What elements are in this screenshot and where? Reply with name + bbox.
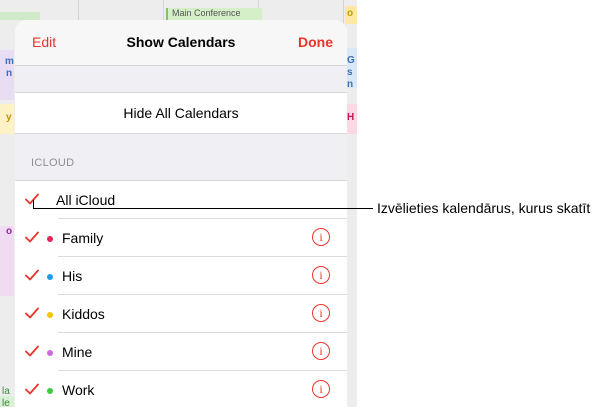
checkmark-icon xyxy=(25,231,39,243)
calendar-row-mine[interactable]: Mine i xyxy=(15,333,347,371)
background-letter: n xyxy=(6,68,13,79)
info-icon[interactable]: i xyxy=(312,342,330,360)
calendar-list: All iCloud Family i His i Kiddos i Mine … xyxy=(15,180,347,407)
info-icon[interactable]: i xyxy=(312,380,330,398)
calendar-color-dot xyxy=(47,312,53,318)
calendar-name: Work xyxy=(62,382,95,398)
background-letter: n xyxy=(347,79,354,90)
all-icloud-row[interactable]: All iCloud xyxy=(15,181,347,219)
calendar-row-kiddos[interactable]: Kiddos i xyxy=(15,295,347,333)
checkmark-icon xyxy=(25,383,39,395)
hide-all-calendars-button[interactable]: Hide All Calendars xyxy=(15,92,347,134)
calendar-color-dot xyxy=(47,350,53,356)
section-header-icloud: ICLOUD xyxy=(31,157,75,169)
background-letter: G xyxy=(347,55,355,66)
calendar-name: His xyxy=(62,268,83,284)
calendar-color-dot xyxy=(47,236,53,242)
info-icon[interactable]: i xyxy=(312,228,330,246)
all-icloud-label: All iCloud xyxy=(56,192,116,208)
background-letter: le xyxy=(2,398,10,409)
calendar-name: Family xyxy=(62,230,104,246)
calendar-color-dot xyxy=(47,388,53,394)
callout-label: Izvēlieties kalendārus, kurus skatīt xyxy=(377,200,591,216)
background-event xyxy=(0,12,40,20)
done-button[interactable]: Done xyxy=(298,34,333,50)
section-spacer xyxy=(15,66,347,92)
info-icon[interactable]: i xyxy=(312,266,330,284)
background-letter: o xyxy=(347,8,354,19)
background-letter: o xyxy=(6,226,13,237)
info-icon[interactable]: i xyxy=(312,304,330,322)
navigation-bar: Edit Show Calendars Done xyxy=(15,20,347,66)
show-calendars-panel: Edit Show Calendars Done Hide All Calend… xyxy=(15,20,347,407)
callout-line xyxy=(33,208,373,209)
background-letter: s xyxy=(347,67,353,78)
checkmark-icon xyxy=(25,269,39,281)
calendar-name: Kiddos xyxy=(62,306,105,322)
calendar-color-dot xyxy=(47,274,53,280)
checkmark-icon xyxy=(25,345,39,357)
background-letter: H xyxy=(347,112,355,123)
checkmark-icon xyxy=(25,193,39,205)
calendar-row-his[interactable]: His i xyxy=(15,257,347,295)
background-letter: y xyxy=(6,112,12,123)
calendar-name: Mine xyxy=(62,344,93,360)
calendar-row-family[interactable]: Family i xyxy=(15,219,347,257)
calendar-row-work[interactable]: Work i xyxy=(15,371,347,407)
background-letter: m xyxy=(5,56,14,67)
background-letter: la xyxy=(2,386,10,397)
checkmark-icon xyxy=(25,307,39,319)
